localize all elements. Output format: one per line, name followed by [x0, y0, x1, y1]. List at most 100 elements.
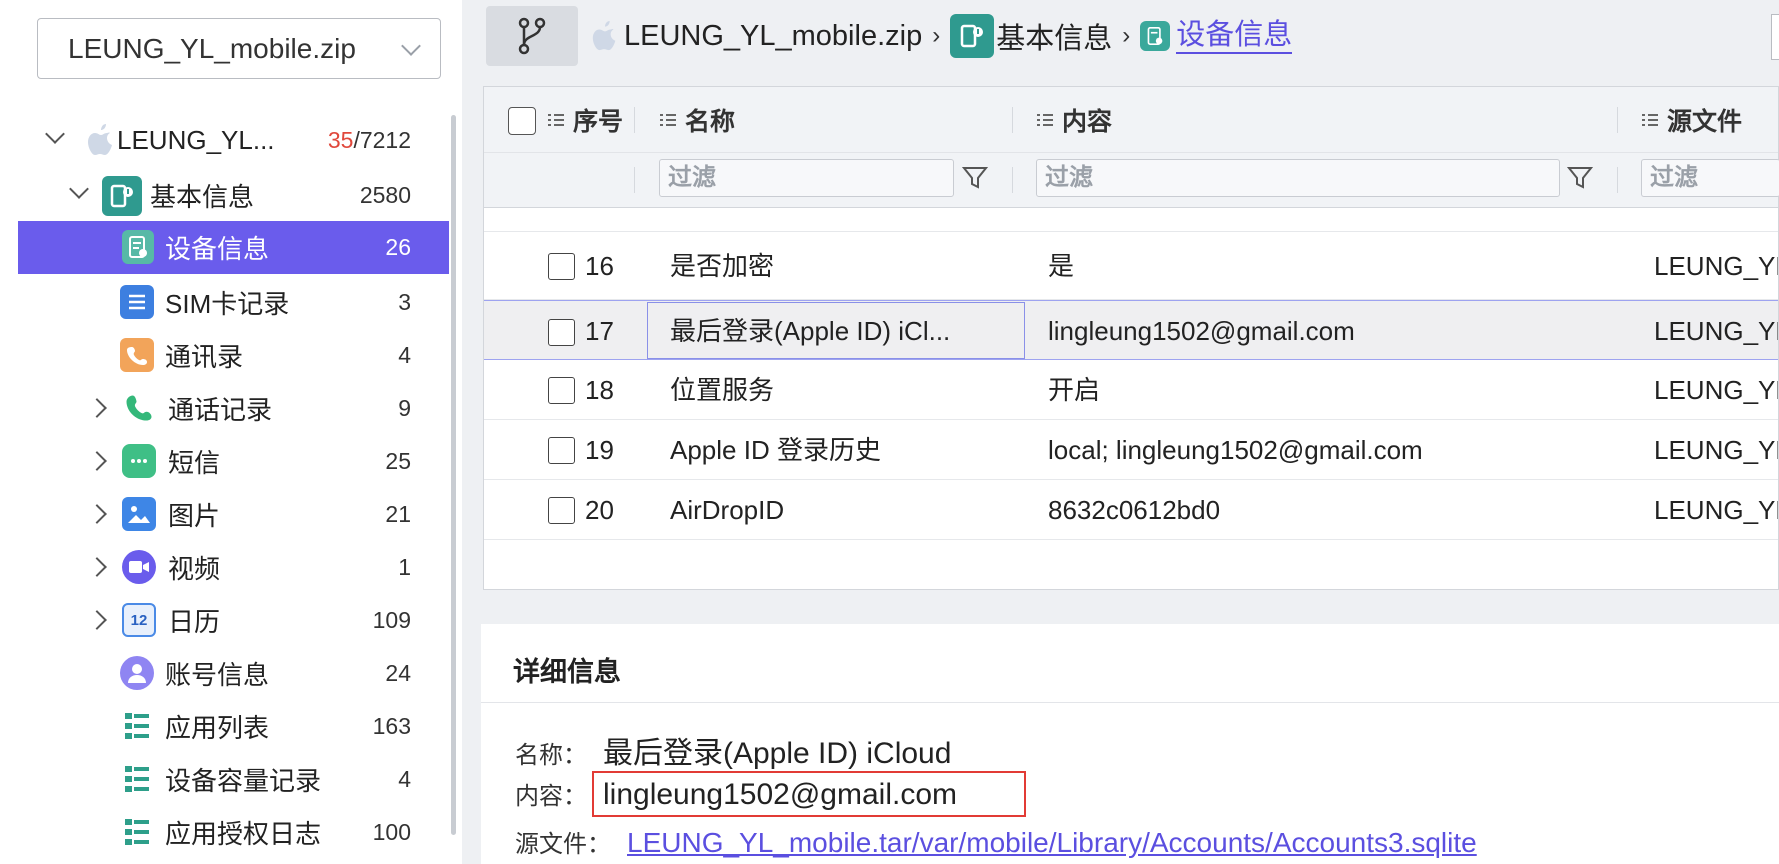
tree-item-sms[interactable]: 短信 25 — [18, 436, 449, 486]
table-body: 16 是否加密 是 LEUNG_YL 17 最后登录(Apple ID) iCl… — [484, 208, 1778, 589]
device-info-icon — [1140, 21, 1171, 51]
device-select-value: LEUNG_YL_mobile.zip — [68, 32, 356, 64]
table-row[interactable]: 18 位置服务 开启 LEUNG_YL — [484, 360, 1778, 420]
toolbar-overflow-control[interactable] — [1771, 14, 1779, 60]
app-list-icon — [120, 709, 154, 743]
detail-row-source: 源文件： LEUNG_YL_mobile.tar/var/mobile/Libra… — [515, 824, 1477, 859]
column-divider[interactable] — [1012, 107, 1013, 133]
table-row-selected[interactable]: 17 最后登录(Apple ID) iCl... lingleung1502@g… — [484, 300, 1778, 360]
column-header-index[interactable]: 序号 — [548, 87, 623, 153]
column-menu-icon[interactable] — [548, 113, 564, 127]
table-row[interactable]: 19 Apple ID 登录历史 local; lingleung1502@gm… — [484, 420, 1778, 480]
tree-item-device-info[interactable]: 设备信息 26 — [18, 221, 449, 274]
tree-scrollbar[interactable] — [451, 115, 456, 835]
column-header-source[interactable]: 源文件 — [1642, 87, 1742, 153]
tree-item-basic-info[interactable]: 基本信息 2580 — [18, 170, 449, 220]
tree-item-count: 21 — [385, 500, 411, 527]
detail-source-label: 源文件： — [515, 831, 611, 858]
chevron-down-icon[interactable] — [69, 179, 89, 199]
image-icon — [122, 497, 156, 531]
cell-name: AirDropID — [670, 495, 785, 525]
divider — [481, 702, 1779, 703]
chevron-right-icon[interactable] — [87, 451, 107, 471]
filter-input-source[interactable]: 过滤 — [1641, 159, 1779, 197]
filter-icon[interactable] — [1567, 165, 1593, 191]
tree-item-call-log[interactable]: 通话记录 9 — [18, 383, 449, 433]
cell-source: LEUNG_YL — [1654, 316, 1778, 346]
chevron-down-icon[interactable] — [45, 124, 65, 144]
detail-panel: 详细信息 名称： 最后登录(Apple ID) iCloud 内容： lingleu… — [481, 624, 1779, 864]
apple-icon — [84, 123, 118, 157]
cell-content: 8632c0612bd0 — [1048, 495, 1221, 525]
detail-title: 详细信息 — [513, 657, 621, 687]
cell-index: 19 — [585, 435, 614, 465]
tree-item-label: 账号信息 — [165, 659, 270, 690]
column-menu-icon[interactable] — [1642, 113, 1658, 127]
tree-item-root[interactable]: LEUNG_YL... 35/7212 — [18, 115, 449, 165]
tree-item-app-auth-log[interactable]: 应用授权日志 100 — [18, 807, 449, 857]
chevron-down-icon — [401, 36, 421, 56]
column-menu-icon[interactable] — [1037, 113, 1053, 127]
tree-item-label: 通讯录 — [165, 341, 244, 372]
tree-item-count: 26 — [385, 234, 411, 260]
detail-content-label: 内容： — [515, 783, 587, 810]
chevron-right-icon[interactable] — [87, 398, 107, 418]
tree-item-images[interactable]: 图片 21 — [18, 489, 449, 539]
filter-input-name[interactable]: 过滤 — [659, 159, 954, 197]
row-checkbox[interactable] — [548, 497, 575, 524]
data-table: 序号 名称 内容 源文件 过滤 过滤 过滤 16 是否加密 是 LEUNG_YL… — [483, 86, 1779, 590]
row-checkbox[interactable] — [548, 319, 575, 346]
row-checkbox[interactable] — [548, 377, 575, 404]
tree-item-label: 设备信息 — [165, 234, 270, 264]
chevron-right-icon[interactable] — [87, 504, 107, 524]
tree-item-contacts[interactable]: 通讯录 4 — [18, 330, 449, 380]
table-row-partial[interactable] — [484, 208, 1778, 232]
tree-item-label: 设备容量记录 — [165, 765, 322, 796]
device-select[interactable]: LEUNG_YL_mobile.zip — [37, 18, 441, 79]
tree-item-count: 25 — [385, 447, 411, 474]
tree-item-app-list[interactable]: 应用列表 163 — [18, 701, 449, 751]
cell-index: 17 — [585, 316, 614, 346]
column-menu-icon[interactable] — [660, 113, 676, 127]
cell-content: 是 — [1048, 251, 1075, 281]
breadcrumb-level1[interactable]: 基本信息 — [996, 15, 1112, 57]
table-row[interactable]: 16 是否加密 是 LEUNG_YL — [484, 232, 1778, 300]
tree-item-video[interactable]: 视频 1 — [18, 542, 449, 592]
chevron-right-icon[interactable] — [87, 557, 107, 577]
device-info-icon — [122, 230, 154, 264]
tree-item-storage-record[interactable]: 设备容量记录 4 — [18, 754, 449, 804]
column-divider[interactable] — [634, 107, 635, 133]
breadcrumb-current[interactable]: 设备信息 — [1176, 18, 1293, 54]
tree-item-count: 35/7212 — [327, 126, 411, 153]
calendar-icon: 12 — [122, 603, 156, 637]
branch-button[interactable] — [486, 6, 578, 66]
table-row[interactable]: 20 AirDropID 8632c0612bd0 LEUNG_YL — [484, 480, 1778, 540]
column-divider[interactable] — [1617, 107, 1618, 133]
filter-icon[interactable] — [962, 165, 988, 191]
tree-item-label: 应用列表 — [165, 712, 270, 743]
breadcrumb: LEUNG_YL_mobile.zip › 基本信息 › 设备信息 — [590, 10, 1293, 62]
tree-item-calendar[interactable]: 12 日历 109 — [18, 595, 449, 645]
chevron-right-icon[interactable] — [87, 610, 107, 630]
column-header-name[interactable]: 名称 — [660, 87, 735, 153]
cell-index: 20 — [585, 495, 614, 525]
tree-item-count: 4 — [398, 765, 411, 792]
row-checkbox[interactable] — [548, 437, 575, 464]
table-header: 序号 名称 内容 源文件 — [484, 87, 1778, 153]
sim-card-icon — [120, 285, 154, 319]
app-auth-log-icon — [120, 815, 154, 849]
sidebar: LEUNG_YL_mobile.zip LEUNG_YL... 35/7212 … — [0, 0, 462, 864]
breadcrumb-root[interactable]: LEUNG_YL_mobile.zip — [624, 20, 922, 53]
tree-item-count: 1 — [398, 553, 411, 580]
tree-item-count: 163 — [372, 712, 411, 739]
detail-name-value: 最后登录(Apple ID) iCloud — [603, 737, 952, 770]
row-checkbox[interactable] — [548, 253, 575, 280]
tree-item-count: 100 — [372, 818, 411, 845]
column-header-content[interactable]: 内容 — [1037, 87, 1112, 153]
filter-input-content[interactable]: 过滤 — [1036, 159, 1560, 197]
detail-source-link[interactable]: LEUNG_YL_mobile.tar/var/mobile/Library/A… — [627, 827, 1477, 858]
select-all-checkbox[interactable] — [508, 107, 536, 135]
tree-item-account[interactable]: 账号信息 24 — [18, 648, 449, 698]
tree-item-sim-records[interactable]: SIM卡记录 3 — [18, 277, 449, 327]
contacts-icon — [120, 338, 154, 372]
